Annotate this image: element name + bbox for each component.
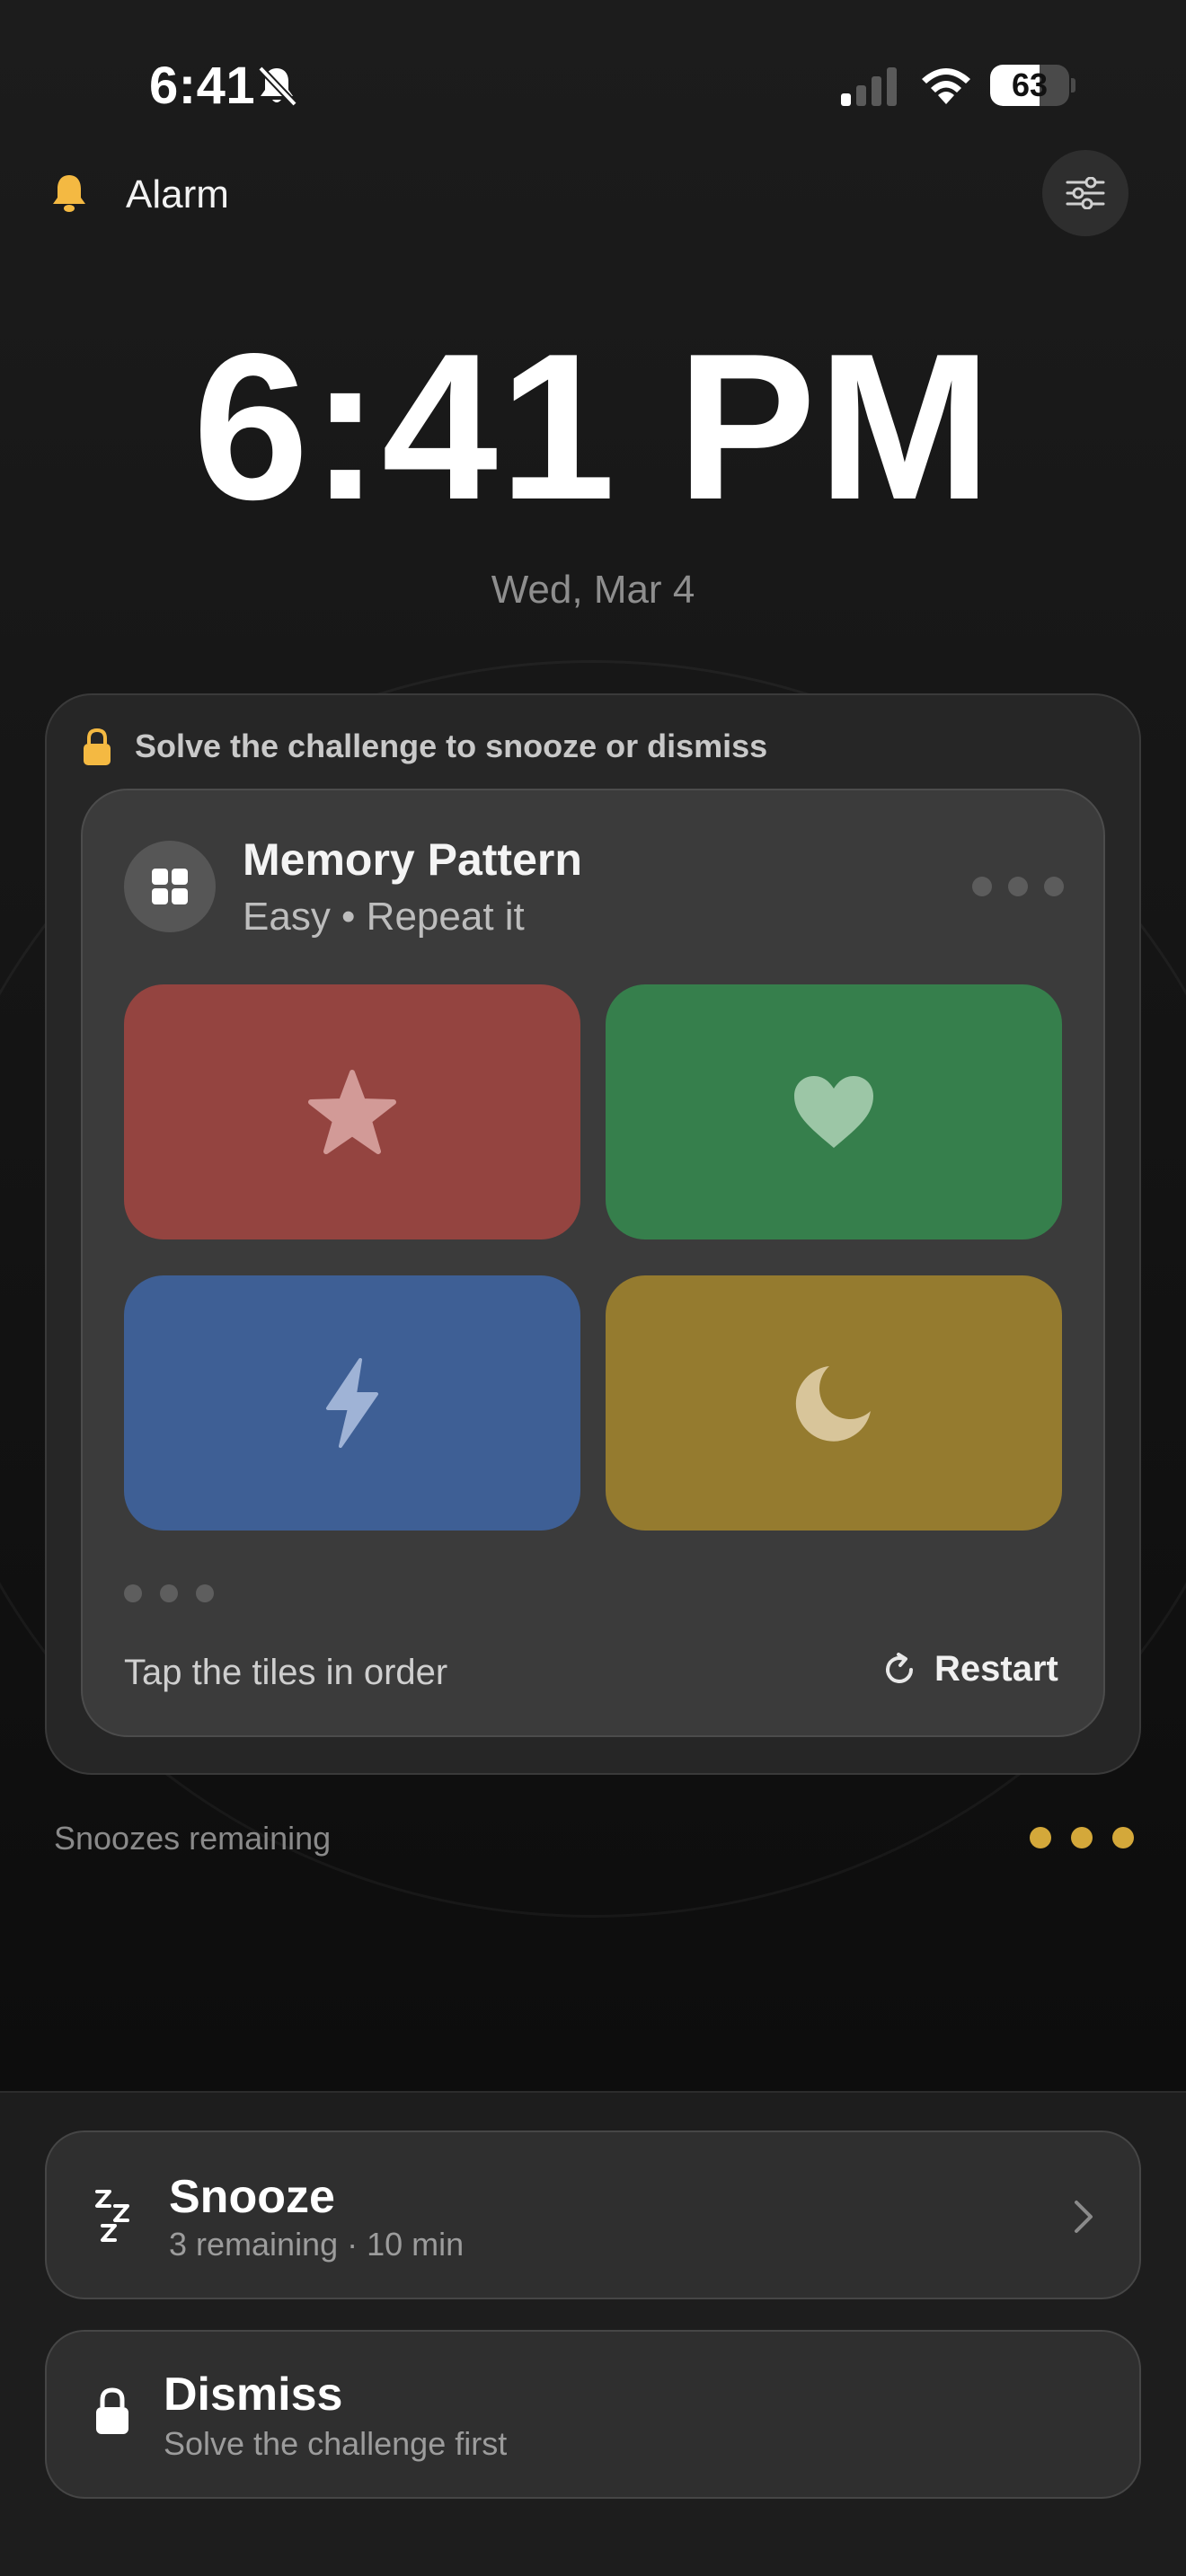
- challenge-instruction: Tap the tiles in order: [124, 1653, 448, 1692]
- progress-dot: [1044, 877, 1064, 896]
- cellular-signal-icon: [841, 67, 897, 106]
- lock-icon: [84, 728, 111, 765]
- moon-icon: [795, 1366, 871, 1442]
- pattern-progress-dots: [972, 877, 1064, 896]
- lock-icon: [96, 2387, 128, 2434]
- snooze-subtitle: 3 remaining · 10 min: [169, 2226, 465, 2263]
- battery-icon: 63: [990, 65, 1069, 106]
- dismiss-title: Dismiss: [164, 2369, 343, 2421]
- battery-level: 63: [1011, 66, 1049, 103]
- sliders-icon: [1066, 177, 1105, 209]
- zzz-icon: [95, 2190, 129, 2242]
- bolt-icon: [326, 1358, 378, 1448]
- snooze-dot: [1030, 1827, 1051, 1848]
- tile-moon[interactable]: [606, 1275, 1062, 1531]
- progress-dot: [1008, 877, 1028, 896]
- snoozes-remaining-label: Snoozes remaining: [54, 1820, 332, 1857]
- star-icon: [308, 1070, 396, 1154]
- step-dot: [124, 1584, 142, 1602]
- snooze-dot: [1112, 1827, 1134, 1848]
- heart-icon: [794, 1076, 873, 1148]
- memory-pattern-panel: [81, 789, 1105, 1737]
- bell-icon: [53, 175, 85, 212]
- tile-bolt[interactable]: [124, 1275, 580, 1531]
- step-dot: [160, 1584, 178, 1602]
- snooze-dot: [1071, 1827, 1093, 1848]
- current-time: 6:41 PM: [192, 311, 994, 543]
- step-dot: [196, 1584, 214, 1602]
- grid-icon: [152, 869, 188, 904]
- restart-icon: [886, 1652, 913, 1683]
- dismiss-subtitle: Solve the challenge first: [164, 2425, 508, 2462]
- status-time: 6:41: [149, 57, 256, 115]
- battery-cap: [1071, 78, 1075, 93]
- step-dots: [124, 1584, 214, 1602]
- chevron-right-icon: [1075, 2201, 1093, 2233]
- settings-button[interactable]: [1042, 150, 1128, 236]
- wifi-icon: [922, 68, 970, 104]
- progress-dot: [972, 877, 992, 896]
- snooze-title: Snooze: [169, 2171, 335, 2223]
- tile-heart[interactable]: [606, 984, 1062, 1239]
- challenge-title: Memory Pattern: [243, 834, 582, 885]
- current-date: Wed, Mar 4: [491, 568, 695, 612]
- alarm-screen: 6:41 63 Alarm 6:41 PM Wed, Mar 4 Solve t…: [0, 0, 1186, 2576]
- challenge-hint: Solve the challenge to snooze or dismiss: [135, 728, 768, 764]
- app-title: Alarm: [126, 172, 229, 216]
- grid-badge: [124, 841, 216, 932]
- restart-label: Restart: [934, 1649, 1058, 1689]
- challenge-subtitle: Easy • Repeat it: [243, 895, 525, 939]
- tile-star[interactable]: [124, 984, 580, 1239]
- restart-button[interactable]: Restart: [882, 1649, 1058, 1689]
- battery-indicator: 63: [990, 65, 1075, 106]
- snoozes-remaining-dots: [1030, 1827, 1134, 1848]
- bell-slash-icon: [258, 66, 297, 107]
